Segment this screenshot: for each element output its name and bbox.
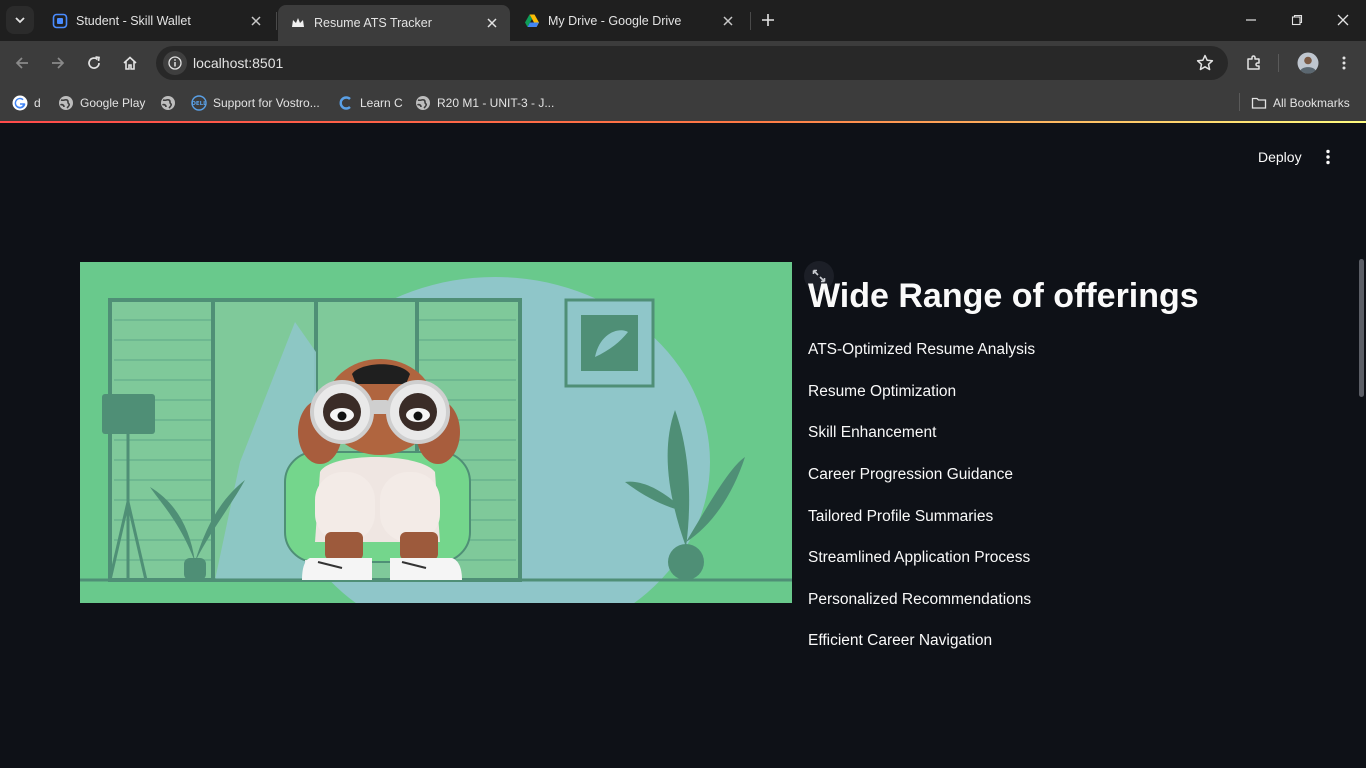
offering-item: ATS-Optimized Resume Analysis — [808, 341, 1036, 358]
all-bookmarks-button[interactable]: All Bookmarks — [1251, 91, 1350, 115]
close-icon — [1337, 14, 1349, 26]
tab-divider — [750, 12, 751, 30]
browser-menu-button[interactable] — [1330, 49, 1358, 77]
bookmark-item[interactable]: Learn C — [338, 91, 403, 115]
page-scrollbar[interactable] — [1359, 259, 1364, 397]
globe-icon — [415, 95, 431, 111]
address-bar[interactable]: localhost:8501 — [156, 46, 1228, 80]
arrow-left-icon — [15, 57, 28, 69]
bookmark-item[interactable]: Google Play — [58, 91, 145, 115]
chevron-down-icon — [15, 17, 25, 24]
google-drive-icon — [524, 13, 540, 29]
new-tab-button[interactable] — [756, 8, 780, 32]
offering-item: Skill Enhancement — [808, 424, 937, 441]
bookmark-label: R20 M1 - UNIT-3 - J... — [437, 96, 555, 110]
c-logo-icon — [338, 95, 354, 111]
arrow-right-icon — [52, 57, 65, 69]
offerings-heading: Wide Range of offerings — [808, 277, 1199, 315]
bookmarks-bar: d Google Play DELL Support for Vostro...… — [0, 85, 1366, 121]
avatar — [1297, 52, 1319, 74]
bookmark-label: Learn C — [360, 96, 403, 110]
app-main: Deploy Wide Range of offerings ATS-Optim… — [0, 123, 1366, 768]
offering-item: Resume Optimization — [808, 383, 957, 400]
restore-button[interactable] — [1274, 0, 1320, 40]
restore-icon — [1291, 14, 1303, 26]
binoculars-person-illustration — [80, 262, 792, 603]
bookmark-item[interactable] — [160, 91, 182, 115]
site-info-button[interactable] — [163, 51, 187, 75]
browser-toolbar: localhost:8501 — [0, 41, 1366, 85]
bookmark-star-icon[interactable] — [1196, 54, 1214, 72]
dell-icon: DELL — [191, 95, 207, 111]
bookmarks-divider — [1239, 93, 1240, 111]
more-vertical-icon — [1326, 149, 1330, 165]
home-icon — [123, 56, 137, 70]
close-icon[interactable] — [248, 13, 264, 29]
bookmark-label: Support for Vostro... — [213, 96, 320, 110]
skill-wallet-icon — [52, 13, 68, 29]
tab-search-button[interactable] — [6, 6, 34, 34]
offering-item: Personalized Recommendations — [808, 591, 1032, 608]
tab-skill-wallet[interactable]: Student - Skill Wallet — [40, 5, 274, 36]
more-vertical-icon — [1342, 56, 1346, 70]
bookmark-label: d — [34, 96, 41, 110]
back-button[interactable] — [8, 49, 36, 77]
globe-icon — [160, 95, 176, 111]
tab-divider — [276, 12, 277, 30]
tab-resume-ats-tracker[interactable]: Resume ATS Tracker — [278, 5, 510, 41]
svg-text:DELL: DELL — [191, 101, 207, 107]
google-icon — [12, 95, 28, 111]
bookmark-item[interactable]: d — [12, 91, 41, 115]
globe-icon — [58, 95, 74, 111]
tab-strip: Student - Skill Wallet Resume ATS Tracke… — [0, 0, 1366, 41]
forward-button[interactable] — [44, 49, 72, 77]
main-menu-button[interactable] — [1316, 145, 1340, 169]
close-window-button[interactable] — [1320, 0, 1366, 40]
tab-title: Resume ATS Tracker — [314, 16, 432, 30]
info-icon — [168, 56, 182, 70]
close-icon[interactable] — [720, 13, 736, 29]
tab-title: Student - Skill Wallet — [76, 13, 191, 28]
reload-icon — [88, 56, 100, 69]
url-text[interactable]: localhost:8501 — [193, 55, 283, 71]
offering-item: Streamlined Application Process — [808, 549, 1031, 566]
close-icon[interactable] — [484, 15, 500, 31]
plus-icon — [762, 14, 774, 26]
streamlit-crown-icon — [290, 15, 306, 31]
profile-button[interactable] — [1294, 49, 1322, 77]
minimize-icon — [1246, 19, 1256, 21]
extensions-button[interactable] — [1240, 49, 1268, 77]
offering-item: Career Progression Guidance — [808, 466, 1014, 483]
tab-title: My Drive - Google Drive — [548, 13, 682, 28]
deploy-button[interactable]: Deploy — [1250, 145, 1310, 169]
tab-google-drive[interactable]: My Drive - Google Drive — [512, 5, 746, 36]
toolbar-divider — [1278, 54, 1279, 72]
hero-illustration — [80, 262, 792, 603]
bookmark-label: Google Play — [80, 96, 146, 110]
puzzle-icon — [1247, 55, 1260, 70]
folder-icon — [1251, 95, 1267, 111]
home-button[interactable] — [116, 49, 144, 77]
bookmark-item[interactable]: DELL Support for Vostro... — [191, 91, 320, 115]
reload-button[interactable] — [80, 49, 108, 77]
offering-item: Efficient Career Navigation — [808, 632, 993, 649]
all-bookmarks-label: All Bookmarks — [1273, 96, 1350, 110]
minimize-button[interactable] — [1228, 0, 1274, 40]
bookmark-item[interactable]: R20 M1 - UNIT-3 - J... — [415, 91, 554, 115]
offering-item: Tailored Profile Summaries — [808, 508, 994, 525]
